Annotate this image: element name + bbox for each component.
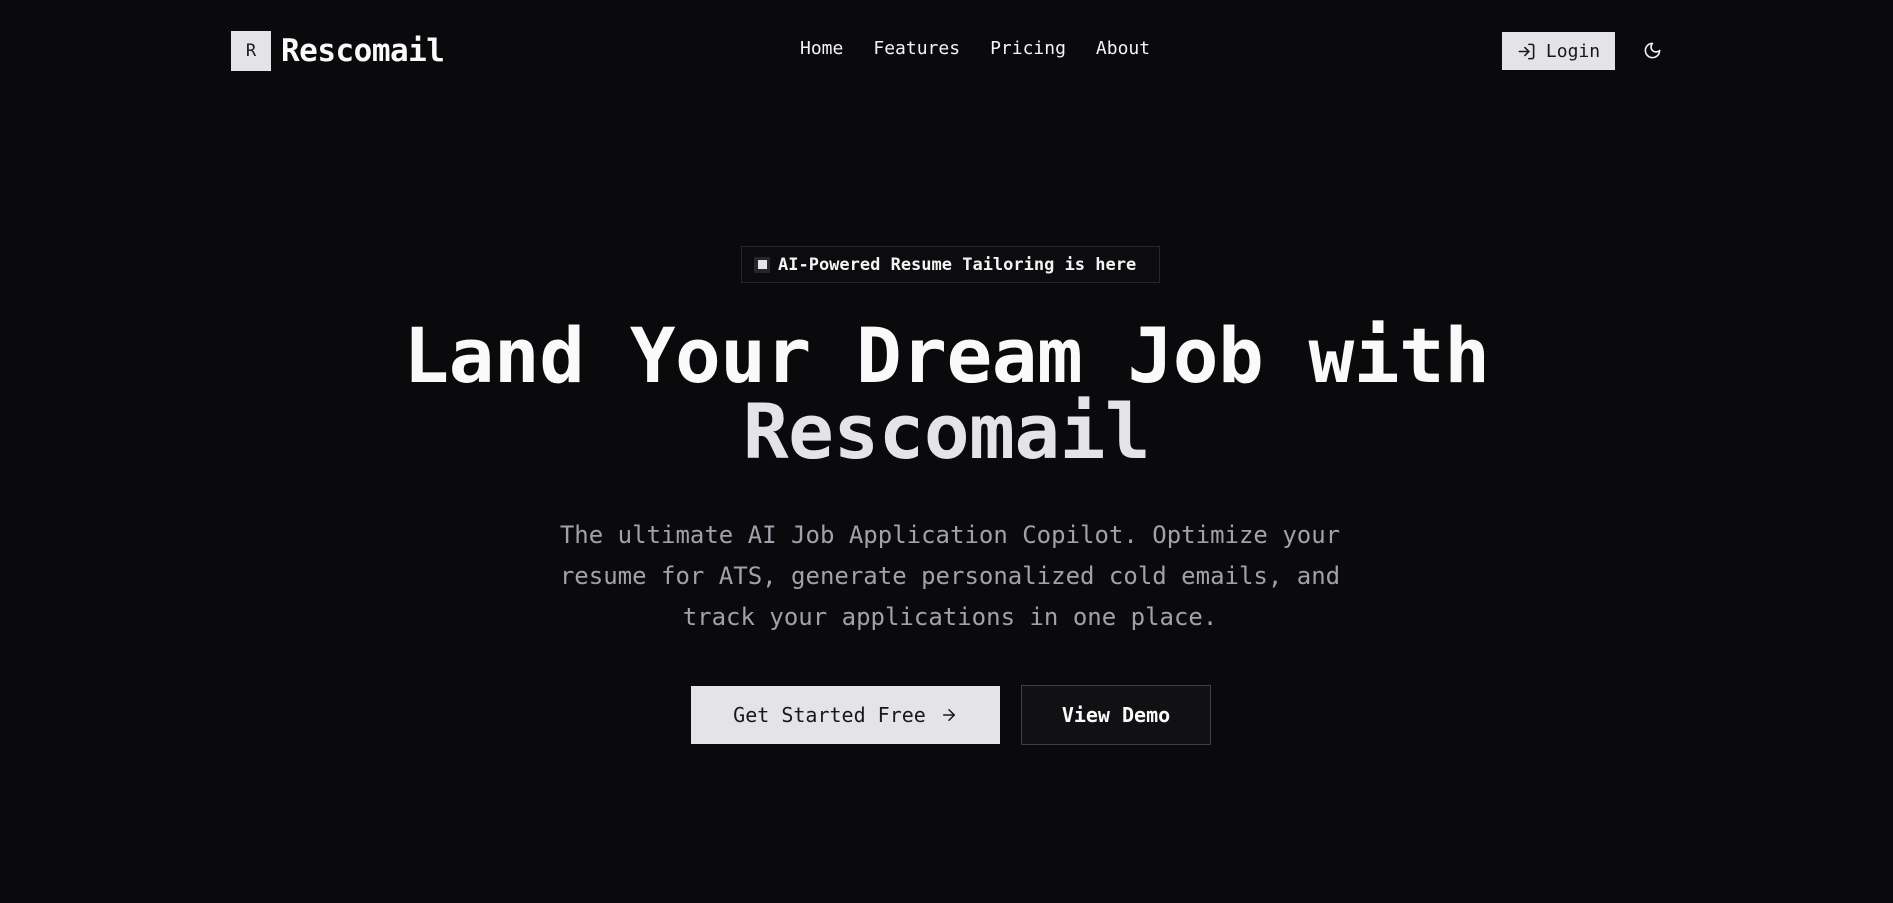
brand-name: Rescomail — [281, 33, 445, 69]
theme-toggle-button[interactable] — [1640, 38, 1664, 62]
nav-features-link[interactable]: Features — [873, 38, 960, 59]
hero-subtitle: The ultimate AI Job Application Copilot.… — [530, 515, 1370, 638]
hero-title: Land Your Dream Job with Rescomail — [300, 318, 1593, 470]
nav-home-link[interactable]: Home — [800, 38, 843, 59]
landing-page: R Rescomail Home Features Pricing About … — [0, 0, 1893, 903]
nav-pricing-link[interactable]: Pricing — [990, 38, 1066, 59]
arrow-right-icon — [942, 709, 955, 721]
get-started-button[interactable]: Get Started Free — [691, 686, 1000, 744]
logo-mark: R — [231, 31, 271, 71]
announcement-badge: AI-Powered Resume Tailoring is here — [741, 246, 1160, 283]
view-demo-label: View Demo — [1061, 703, 1171, 727]
hero-subtitle-line: The ultimate AI Job Application Copilot.… — [559, 521, 1341, 549]
login-label: Login — [1545, 40, 1601, 62]
hero-title-line-2: Rescomail — [742, 387, 1151, 476]
badge-square-icon — [754, 256, 770, 273]
view-demo-button[interactable]: View Demo — [1021, 685, 1211, 745]
brand-logo[interactable]: R Rescomail — [231, 31, 445, 71]
moon-icon — [1644, 42, 1660, 58]
site-header: R Rescomail Home Features Pricing About … — [0, 0, 1893, 100]
badge-text: AI-Powered Resume Tailoring is here — [778, 254, 1137, 275]
get-started-label: Get Started Free — [733, 703, 926, 727]
nav-about-link[interactable]: About — [1096, 38, 1150, 59]
main-nav: Home Features Pricing About — [800, 38, 1150, 59]
log-in-icon — [1518, 43, 1535, 59]
login-button[interactable]: Login — [1502, 32, 1615, 70]
hero-subtitle-line: resume for ATS, generate personalized co… — [559, 562, 1341, 590]
hero-subtitle-line: track your applications in one place. — [682, 603, 1218, 631]
